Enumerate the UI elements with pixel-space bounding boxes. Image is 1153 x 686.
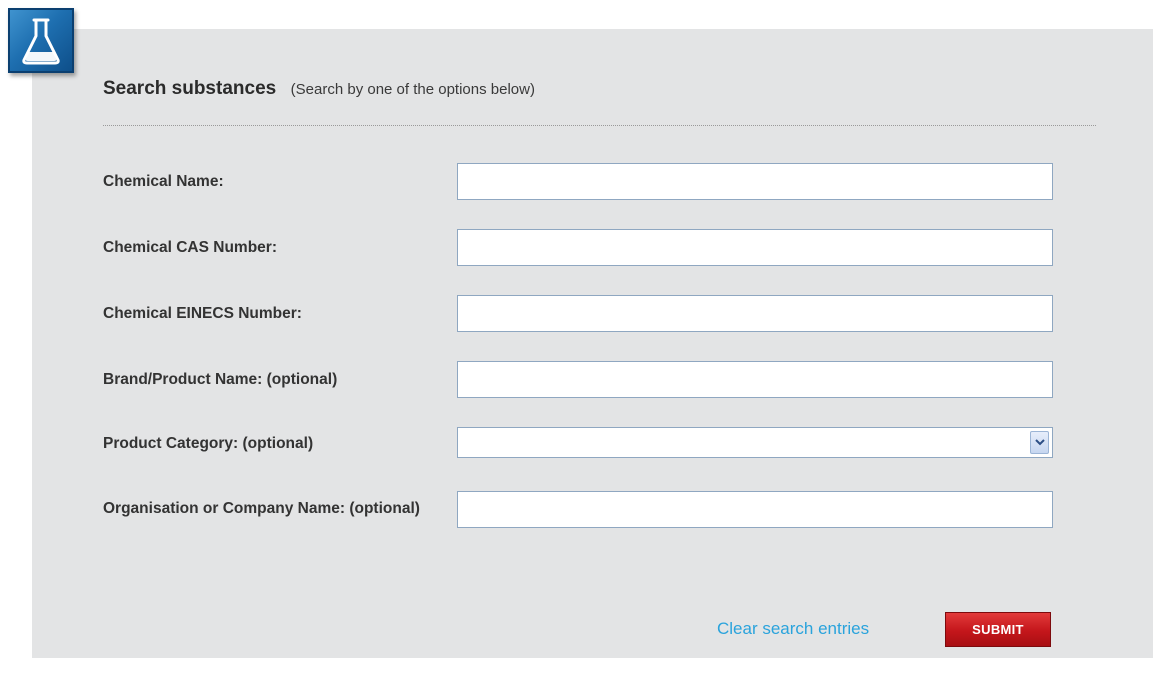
flask-badge	[8, 8, 74, 73]
einecs-number-label: Chemical EINECS Number:	[103, 305, 302, 322]
form-header: Search substances (Search by one of the …	[103, 78, 535, 100]
cas-number-input[interactable]	[457, 229, 1053, 266]
chevron-down-icon[interactable]	[1030, 431, 1049, 454]
chemical-name-input[interactable]	[457, 163, 1053, 200]
submit-button[interactable]: SUBMIT	[945, 612, 1051, 647]
organisation-name-label: Organisation or Company Name: (optional)	[103, 500, 420, 517]
flask-icon	[22, 18, 60, 64]
organisation-name-input[interactable]	[457, 491, 1053, 528]
product-category-label: Product Category: (optional)	[103, 435, 314, 452]
page-title: Search substances	[103, 78, 277, 99]
einecs-number-input[interactable]	[457, 295, 1053, 332]
product-category-select[interactable]	[457, 427, 1053, 458]
page-subtitle: (Search by one of the options below)	[290, 81, 535, 98]
search-panel	[32, 29, 1153, 658]
brand-product-name-label: Brand/Product Name: (optional)	[103, 371, 338, 388]
header-divider	[103, 125, 1096, 126]
brand-product-name-input[interactable]	[457, 361, 1053, 398]
chemical-name-label: Chemical Name:	[103, 173, 224, 190]
clear-search-link[interactable]: Clear search entries	[717, 619, 869, 639]
cas-number-label: Chemical CAS Number:	[103, 239, 277, 256]
